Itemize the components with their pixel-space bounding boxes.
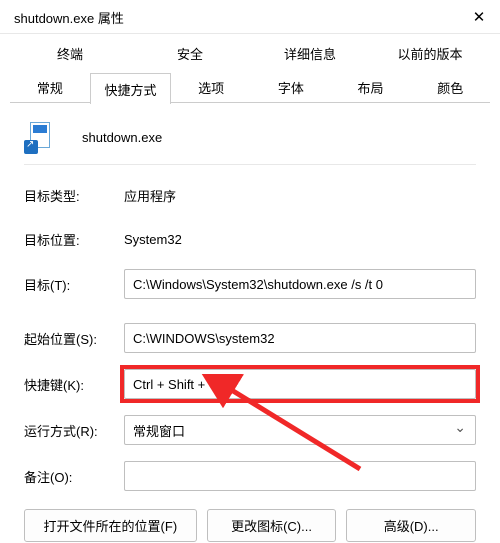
titlebar: shutdown.exe 属性 ✕ (0, 0, 500, 34)
label-run-mode: 运行方式(R): (24, 421, 124, 440)
tabs-row-1: 终端 安全 详细信息 以前的版本 (0, 34, 500, 68)
row-target-type: 目标类型: 应用程序 (24, 181, 476, 209)
open-file-location-button[interactable]: 打开文件所在的位置(F) (24, 509, 197, 542)
advanced-button[interactable]: 高级(D)... (346, 509, 476, 542)
tab-terminal[interactable]: 终端 (10, 38, 130, 68)
tab-security[interactable]: 安全 (130, 38, 250, 68)
file-name: shutdown.exe (82, 130, 162, 145)
tab-general[interactable]: 常规 (10, 72, 90, 103)
shortcut-file-icon (24, 120, 58, 154)
close-icon[interactable]: ✕ (470, 10, 488, 25)
divider (24, 164, 476, 165)
label-target: 目标(T): (24, 275, 124, 294)
target-input[interactable] (124, 269, 476, 299)
row-target-location: 目标位置: System32 (24, 225, 476, 253)
tab-previous-versions[interactable]: 以前的版本 (370, 38, 490, 68)
file-header: shutdown.exe (24, 120, 476, 154)
tab-font[interactable]: 字体 (251, 72, 331, 103)
row-shortcut-key: 快捷键(K): (24, 369, 476, 399)
run-mode-select[interactable] (124, 415, 476, 445)
row-start-in: 起始位置(S): (24, 323, 476, 353)
window-title: shutdown.exe 属性 (14, 8, 124, 27)
label-start-in: 起始位置(S): (24, 329, 124, 348)
change-icon-button[interactable]: 更改图标(C)... (207, 509, 337, 542)
button-row: 打开文件所在的位置(F) 更改图标(C)... 高级(D)... (24, 509, 476, 542)
label-target-type: 目标类型: (24, 186, 124, 205)
row-comment: 备注(O): (24, 461, 476, 491)
label-shortcut-key: 快捷键(K): (24, 375, 124, 394)
row-target: 目标(T): (24, 269, 476, 299)
comment-input[interactable] (124, 461, 476, 491)
value-target-type: 应用程序 (124, 186, 176, 205)
row-run-mode: 运行方式(R): (24, 415, 476, 445)
tab-layout[interactable]: 布局 (331, 72, 411, 103)
tab-shortcut[interactable]: 快捷方式 (90, 73, 172, 104)
tab-colors[interactable]: 颜色 (410, 72, 490, 103)
label-comment: 备注(O): (24, 467, 124, 486)
tab-details[interactable]: 详细信息 (250, 38, 370, 68)
tabs-row-2: 常规 快捷方式 选项 字体 布局 颜色 (0, 68, 500, 103)
shortcut-key-input[interactable] (124, 369, 476, 399)
start-in-input[interactable] (124, 323, 476, 353)
tab-options[interactable]: 选项 (171, 72, 251, 103)
content-panel: shutdown.exe 目标类型: 应用程序 目标位置: System32 目… (0, 104, 500, 542)
value-target-location: System32 (124, 232, 182, 247)
label-target-location: 目标位置: (24, 230, 124, 249)
